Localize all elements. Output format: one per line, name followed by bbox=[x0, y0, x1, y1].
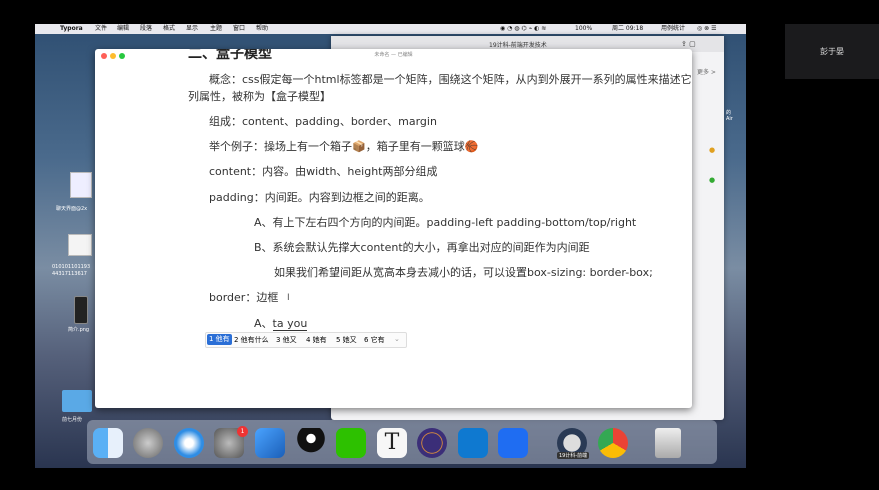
more-link[interactable]: 更多 > bbox=[697, 67, 716, 76]
menu-file[interactable]: 文件 bbox=[95, 24, 107, 34]
safari-icon[interactable] bbox=[174, 428, 204, 458]
chrome-icon[interactable] bbox=[598, 428, 628, 458]
ime-candidate-4[interactable]: 4 她有 bbox=[306, 335, 327, 345]
menu-edit[interactable]: 编辑 bbox=[117, 24, 129, 34]
meeting-participant-tile[interactable]: 彭于晏 bbox=[785, 24, 879, 79]
menu-window[interactable]: 窗口 bbox=[233, 24, 245, 34]
battery-percent[interactable]: 100% bbox=[575, 24, 592, 34]
padding-line: padding：内间距。内容到边框之间的距离。 bbox=[209, 191, 430, 204]
launchpad-icon[interactable] bbox=[133, 428, 163, 458]
typora-icon[interactable]: T bbox=[377, 428, 407, 458]
section-heading: 二、盒子模型 bbox=[188, 49, 272, 62]
menu-bar: Typora 文件 编辑 段落 格式 显示 主题 窗口 帮助 ◉ ◔ ◍ ⌬ ⌁… bbox=[35, 24, 746, 34]
menu-extras-icons[interactable]: ◎ ⊗ ☰ bbox=[697, 24, 716, 34]
ime-composition-text[interactable]: ta you bbox=[272, 317, 308, 331]
text-cursor-icon: I bbox=[287, 293, 290, 303]
desktop-image-icon[interactable] bbox=[68, 234, 92, 256]
desktop-right-strip: 的 Air bbox=[724, 65, 746, 395]
share-icon[interactable]: ⇪ ▢ bbox=[681, 40, 696, 48]
menu-theme[interactable]: 主题 bbox=[210, 24, 222, 34]
menu-help[interactable]: 帮助 bbox=[256, 24, 268, 34]
concept-line-2: 列属性，被称为【盒子模型】 bbox=[188, 90, 331, 103]
menu-format[interactable]: 格式 bbox=[163, 24, 175, 34]
vscode-icon[interactable] bbox=[458, 428, 488, 458]
side-badge-icon[interactable]: ● bbox=[709, 146, 715, 154]
padding-item-c: 如果我们希望间距从宽高本身去减小的话，可以设置box-sizing: borde… bbox=[274, 266, 653, 279]
notification-badge: 1 bbox=[237, 426, 248, 437]
border-line: border：边框 bbox=[209, 291, 279, 304]
example-line: 举个例子：操场上有一个箱子📦，箱子里有一颗篮球🏀 bbox=[209, 140, 479, 153]
ime-candidate-2[interactable]: 2 他有什么 bbox=[234, 335, 269, 345]
menu-clock[interactable]: 周二 09:18 bbox=[612, 24, 643, 34]
ime-candidate-6[interactable]: 6 它有 bbox=[364, 335, 385, 345]
xcode-icon[interactable] bbox=[255, 428, 285, 458]
padding-item-b: B、系统会默认先撑大content的大小，再拿出对应的间距作为内间距 bbox=[254, 241, 590, 254]
padding-item-a: A、有上下左右四个方向的内间距。padding-left padding-bot… bbox=[254, 216, 637, 229]
content-line: content：内容。由width、height两部分组成 bbox=[209, 165, 438, 178]
participant-name: 彭于晏 bbox=[820, 47, 844, 56]
document-body[interactable]: 二、盒子模型 概念：css假定每一个html标签都是一个矩阵，围绕这个矩阵，从内… bbox=[95, 49, 692, 408]
folder-label: 前七月份 bbox=[62, 417, 83, 423]
side-text-2: Air bbox=[726, 116, 733, 122]
border-item-a-prefix: A、 bbox=[254, 317, 273, 330]
lanhu-icon[interactable] bbox=[498, 428, 528, 458]
status-icons[interactable]: ◉ ◔ ◍ ⌬ ⌁ ◐ ≋ bbox=[500, 24, 546, 34]
menu-app-name[interactable]: Typora bbox=[60, 24, 83, 34]
desktop-file-icon[interactable] bbox=[70, 172, 92, 198]
qq-icon[interactable] bbox=[296, 428, 326, 458]
finder-icon[interactable] bbox=[93, 428, 123, 458]
trash-icon[interactable] bbox=[655, 428, 681, 458]
side-green-icon[interactable]: ● bbox=[709, 176, 715, 184]
menu-view[interactable]: 显示 bbox=[186, 24, 198, 34]
composition-line: 组成：content、padding、border、margin bbox=[209, 115, 437, 128]
desktop-screen: Typora 文件 编辑 段落 格式 显示 主题 窗口 帮助 ◉ ◔ ◍ ⌬ ⌁… bbox=[35, 24, 746, 468]
concept-line-1: 概念：css假定每一个html标签都是一个矩阵，围绕这个矩阵，从内到外展开一系列… bbox=[209, 73, 692, 86]
ime-candidate-5[interactable]: 5 她又 bbox=[336, 335, 357, 345]
desktop-image-label-1: 010101101193 bbox=[52, 264, 91, 270]
background-window-title: 19计科-前端开发技术 bbox=[489, 42, 547, 49]
eclipse-icon[interactable] bbox=[417, 428, 447, 458]
desktop-phone-image-label: 简介.png bbox=[68, 327, 90, 333]
typora-window[interactable]: 未命名 — 已编辑 二、盒子模型 概念：css假定每一个html标签都是一个矩阵… bbox=[95, 49, 692, 408]
folder-icon[interactable] bbox=[62, 390, 92, 412]
border-item-a[interactable]: A、ta you bbox=[254, 315, 308, 331]
menu-user[interactable]: 用例统计 bbox=[661, 24, 685, 34]
ime-expand-icon[interactable]: ⌄ bbox=[394, 335, 400, 343]
menu-paragraph[interactable]: 段落 bbox=[140, 24, 152, 34]
ime-candidate-1[interactable]: 1 他有 bbox=[207, 334, 232, 345]
desktop-file-label: 聊天界面@2x bbox=[56, 206, 88, 212]
dock-tooltip: 19计科-前端 bbox=[557, 452, 590, 459]
ime-candidate-3[interactable]: 3 他又 bbox=[276, 335, 297, 345]
wechat-icon[interactable] bbox=[336, 428, 366, 458]
desktop-phone-image-icon[interactable] bbox=[74, 296, 88, 324]
desktop-image-label-2: 44317113617 bbox=[52, 271, 87, 277]
ime-candidate-bar[interactable]: 1 他有 2 他有什么 3 他又 4 她有 5 她又 6 它有 ⌄ bbox=[205, 332, 407, 348]
side-text-1: 的 bbox=[726, 110, 732, 116]
